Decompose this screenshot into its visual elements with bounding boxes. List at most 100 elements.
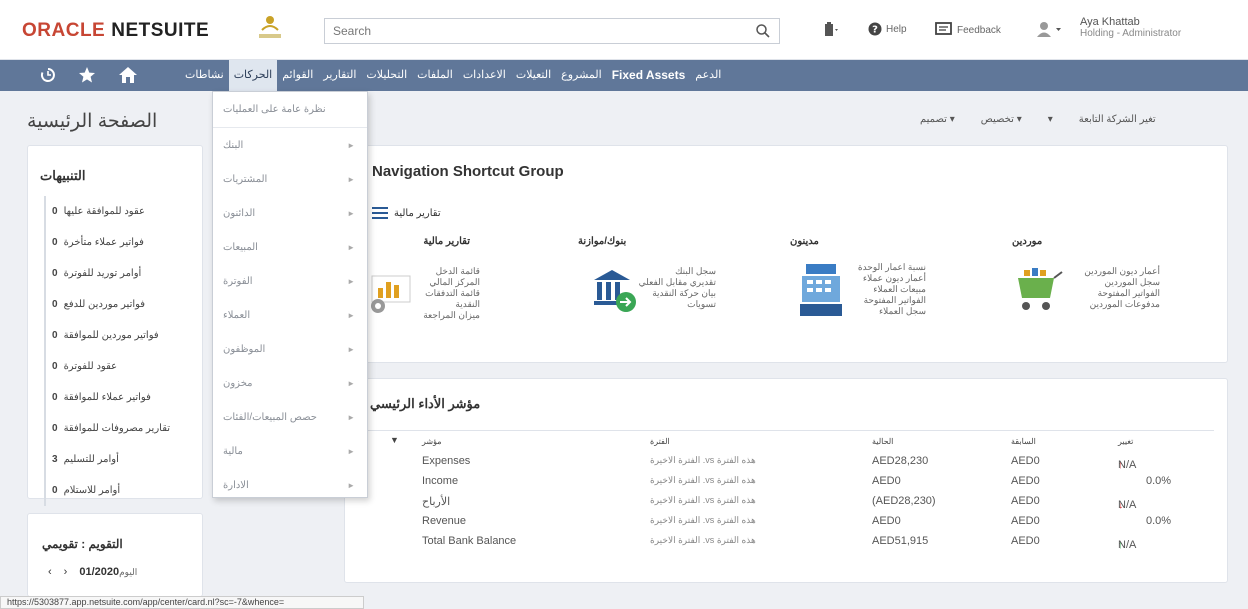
menu-item-customers[interactable]: العملاء ► [213,298,367,332]
shortcut-link[interactable]: تقديري مقابل الفعلي [636,277,716,288]
top-header: ORACLENETSUITE ? Help Feedback Aya Khatt… [0,0,1248,60]
financial-reports-link[interactable]: تقارير مالية [372,207,441,219]
kpi-indicator[interactable]: Income [422,475,458,487]
shortcut-link[interactable]: ميزان المراجعة [420,310,480,321]
kpi-current[interactable]: AED0 [872,475,901,487]
kpi-row[interactable]: Total Bank Balance الفترة الاخيرة .vs هذ… [368,531,1214,551]
calendar-day-prefix: اليوم [119,567,138,577]
reminder-item[interactable]: 0 فواتير عملاء للموافقة [44,382,170,413]
kpi-current[interactable]: AED51,915 [872,535,928,547]
feedback-button[interactable]: Feedback [935,22,1001,38]
shortcut-link[interactable]: قائمة الدخل [420,266,480,277]
nav-reports[interactable]: التقارير [318,60,361,91]
submenu-arrow-icon: ► [347,480,355,490]
nav-activities[interactable]: نشاطات [180,60,229,91]
shortcut-link[interactable]: مدفوعات الموردين [1070,299,1160,310]
bank-icon [594,270,636,312]
financial-reports-link-label: تقارير مالية [394,207,441,219]
menu-item-billing[interactable]: الفوترة ► [213,264,367,298]
main-navigation: نشاطات الحركات القوائم التقارير التحليلا… [0,60,1248,91]
change-subsidiary-action[interactable]: تغير الشركة التابعة [1079,114,1156,125]
reminder-item[interactable]: 0 عقود للفوترة [44,351,170,382]
reminder-item[interactable]: 0 أوامر للاستلام [44,475,170,506]
menu-item-purchases[interactable]: المشتريات ► [213,162,367,196]
shortcut-link[interactable]: سجل البنك [636,266,716,277]
reminder-label: تقارير مصروفات للموافقة [63,423,171,434]
nav-setup[interactable]: الاعدادات [458,60,511,91]
user-info[interactable]: Aya Khattab Holding - Administrator [1080,16,1181,40]
shortcut-link[interactable]: الفواتير المفتوحة [1070,288,1160,299]
nav-lists[interactable]: القوائم [277,60,318,91]
reminder-item[interactable]: 0 فواتير عملاء متأخرة [44,227,170,258]
nav-support[interactable]: الدعم [690,60,726,91]
kpi-current[interactable]: (AED28,230) [872,495,936,507]
calendar-prev-button[interactable]: ‹ [48,566,52,578]
shortcut-link[interactable]: سجل العملاء [846,306,926,317]
nav-analytics[interactable]: التحليلات [361,60,412,91]
shortcut-link[interactable]: الفواتير المفتوحة [846,295,926,306]
kpi-row[interactable]: Revenue الفترة الاخيرة .vs هذه الفترة AE… [368,511,1214,531]
kpi-collapse-arrow[interactable]: ▼ [390,435,399,445]
menu-item-bank[interactable]: البنك ► [213,128,367,162]
reminder-item[interactable]: 0 فواتير موردين للدفع [44,289,170,320]
subsidiary-dropdown-arrow[interactable]: ▾ [1048,114,1053,125]
kpi-row[interactable]: Income الفترة الاخيرة .vs هذه الفترة AED… [368,471,1214,491]
menu-item-overview[interactable]: نظرة عامة على العمليات [213,92,367,128]
recent-records-button[interactable] [822,22,840,38]
menu-item-management[interactable]: الادارة ► [213,468,367,502]
shortcut-link[interactable]: المركز المالي [420,277,480,288]
reminder-item[interactable]: 0 عقود للموافقة عليها [44,196,170,227]
financial-reports-icon [371,275,411,313]
reminder-count: 0 [52,392,58,403]
reminder-item[interactable]: 0 أوامر توريد للفوترة [44,258,170,289]
menu-item-inventory[interactable]: مخزون ► [213,366,367,400]
reminder-item[interactable]: 3 أوامر للتسليم [44,444,170,475]
search-input[interactable] [325,19,725,43]
nav-transactions[interactable]: الحركات [228,60,278,91]
menu-item-sales[interactable]: المبيعات ► [213,230,367,264]
kpi-indicator[interactable]: Expenses [422,455,470,467]
kpi-row[interactable]: الأرباح الفترة الاخيرة .vs هذه الفترة (A… [368,491,1214,511]
shortcut-link[interactable]: سجل الموردين [1070,277,1160,288]
shortcut-link[interactable]: بيان حركة النقدية [636,288,716,299]
kpi-current[interactable]: AED0 [872,515,901,527]
shortcut-link[interactable]: أعمار ديون الموردين [1070,266,1160,277]
reminder-count: 0 [52,330,58,341]
shortcut-link[interactable]: نسبة اعمار الوحدة [846,262,926,273]
home-icon[interactable] [118,66,138,84]
nav-documents[interactable]: الملفات [412,60,458,91]
kpi-row[interactable]: Expenses الفترة الاخيرة .vs هذه الفترة A… [368,451,1214,471]
nav-project[interactable]: المشروع [556,60,607,91]
shortcut-link[interactable]: أعمار ديون عملاء [846,273,926,284]
global-search[interactable] [324,18,780,44]
reminder-item[interactable]: 0 فواتير موردين للموافقة [44,320,170,351]
nav-fixed-assets[interactable]: Fixed Assets [607,60,691,91]
favorites-star-icon[interactable] [78,66,96,84]
menu-item-payables[interactable]: الدائنون ► [213,196,367,230]
kpi-table: ▼ مؤشر الفترة الحالية السابقة تغيير Expe… [368,430,1214,551]
menu-item-sales-quotas[interactable]: حصص المبيعات/الفئات ► [213,400,367,434]
shortcut-group-title: Navigation Shortcut Group [372,163,564,180]
menu-item-financial[interactable]: مالية ► [213,434,367,468]
role-switch-button[interactable] [1034,20,1064,38]
layout-action[interactable]: تصميم ▾ [920,114,955,125]
kpi-title: مؤشر الأداء الرئيسي [370,396,481,411]
help-button[interactable]: ? Help [868,22,907,36]
calendar-next-button[interactable]: › [64,566,68,578]
kpi-current[interactable]: AED28,230 [872,455,928,467]
kpi-indicator[interactable]: Revenue [422,515,466,527]
recent-icon[interactable] [40,67,56,83]
personalize-action[interactable]: تخصيص ▾ [981,114,1022,125]
menu-item-employees[interactable]: الموظفون ► [213,332,367,366]
shortcut-link[interactable]: قائمة التدفقات النقدية [420,288,480,310]
menu-item-label: الدائنون [223,207,256,219]
oracle-netsuite-logo[interactable]: ORACLE NETSUITE [22,20,209,42]
kpi-indicator[interactable]: الأرباح [422,495,450,508]
page-title: الصفحة الرئيسية [27,111,158,132]
kpi-indicator[interactable]: Total Bank Balance [422,535,516,547]
shortcut-link[interactable]: مبيعات العملاء [846,284,926,295]
search-icon[interactable] [755,23,771,39]
nav-customization[interactable]: التعيلات [511,60,556,91]
shortcut-link[interactable]: تسويات [636,299,716,310]
reminder-item[interactable]: 0 تقارير مصروفات للموافقة [44,413,170,444]
